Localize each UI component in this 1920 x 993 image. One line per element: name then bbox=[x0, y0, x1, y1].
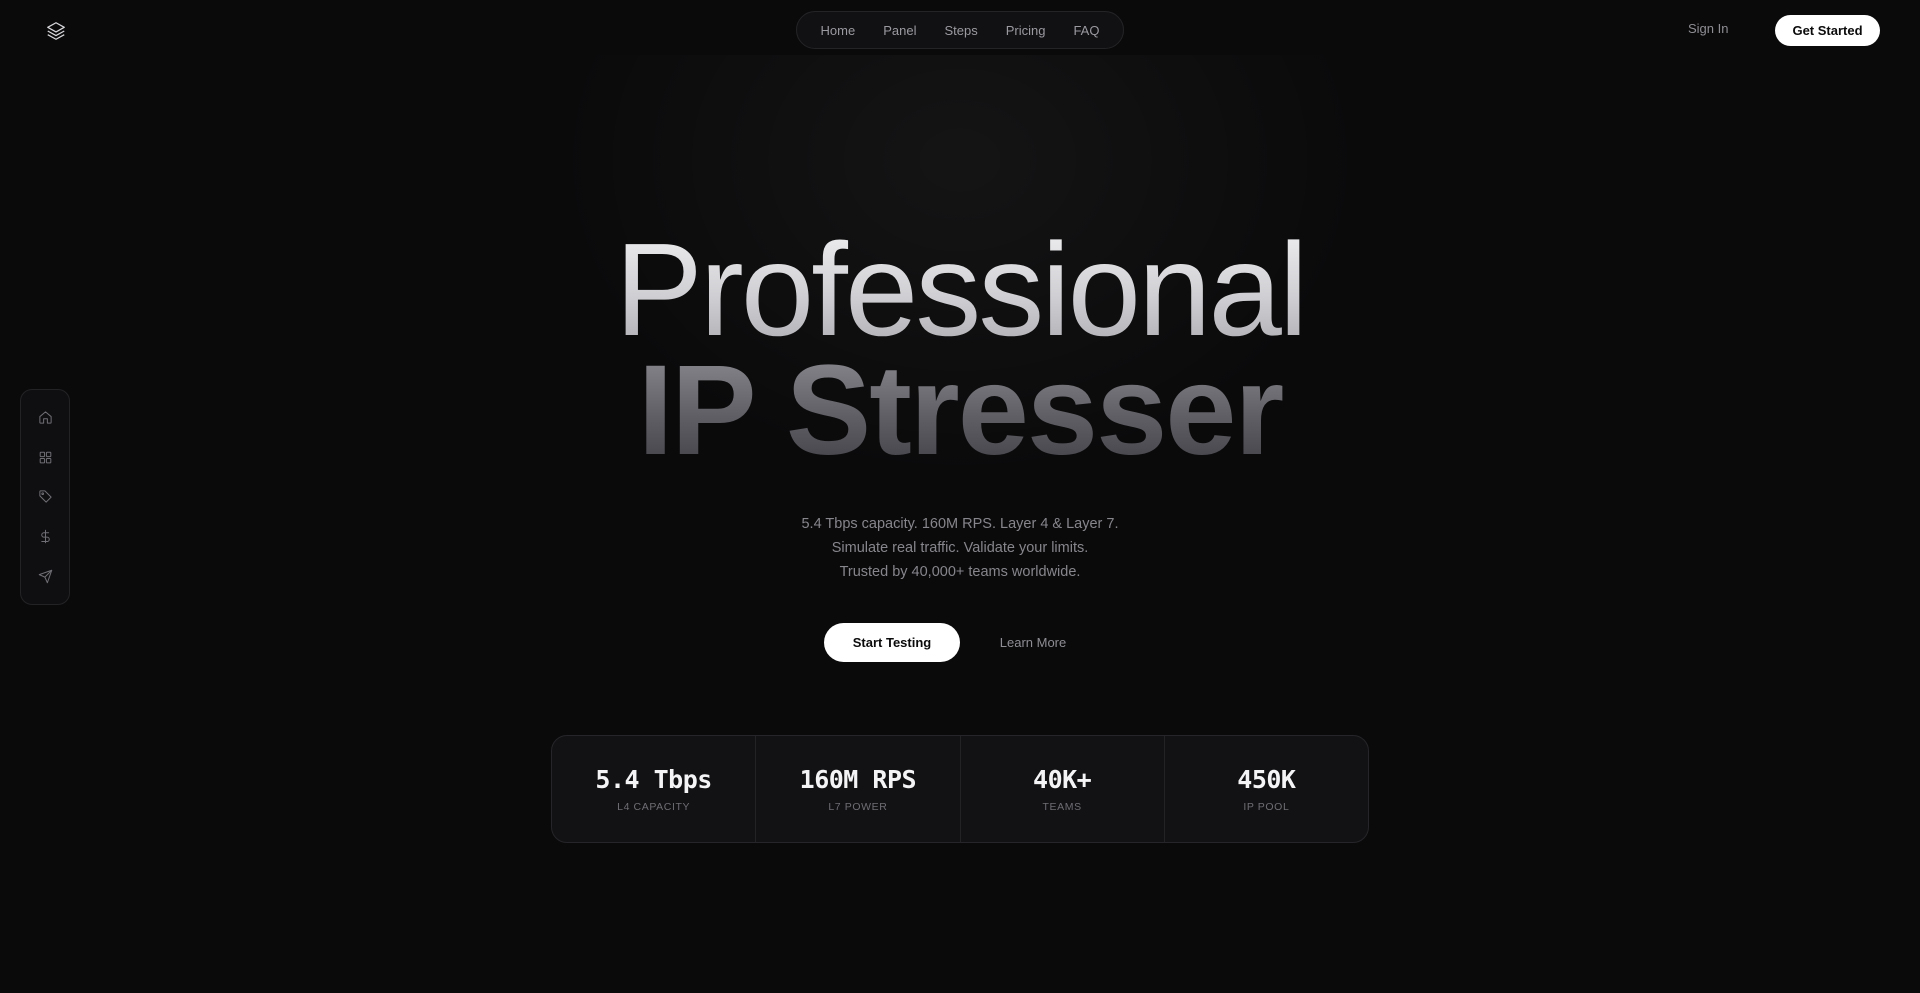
get-started-button[interactable]: Get Started bbox=[1775, 15, 1880, 46]
hero-title-line2: IP Stresser bbox=[0, 346, 1920, 476]
hero-subtitle-line: 5.4 Tbps capacity. 160M RPS. Layer 4 & L… bbox=[801, 516, 1119, 532]
hero-subtitle-line: Trusted by 40,000+ teams worldwide. bbox=[839, 564, 1081, 580]
hero-subtitle: 5.4 Tbps capacity. 160M RPS. Layer 4 & L… bbox=[0, 512, 1920, 584]
landing-page: Home Panel Steps Pricing FAQ Sign In Get… bbox=[0, 0, 1920, 993]
stat-card: 160M RPS L7 POWER bbox=[756, 736, 961, 842]
hero-subtitle-line: Simulate real traffic. Validate your lim… bbox=[831, 540, 1089, 556]
stats-bar: 5.4 Tbps L4 CAPACITY 160M RPS L7 POWER 4… bbox=[551, 735, 1369, 843]
learn-more-link[interactable]: Learn More bbox=[990, 623, 1076, 662]
nav-item-panel[interactable]: Panel bbox=[869, 23, 930, 38]
stat-value: 160M RPS bbox=[799, 765, 917, 794]
stat-label: IP POOL bbox=[1243, 801, 1290, 813]
nav-item-faq[interactable]: FAQ bbox=[1059, 23, 1113, 38]
stat-value: 40K+ bbox=[1033, 765, 1092, 794]
tag-icon[interactable] bbox=[32, 484, 58, 510]
stat-card: 5.4 Tbps L4 CAPACITY bbox=[552, 736, 757, 842]
stat-label: L7 POWER bbox=[828, 801, 888, 813]
nav-item-home[interactable]: Home bbox=[807, 23, 870, 38]
stat-label: L4 CAPACITY bbox=[617, 801, 691, 813]
main-nav: Home Panel Steps Pricing FAQ bbox=[796, 11, 1124, 49]
stat-label: TEAMS bbox=[1042, 801, 1082, 813]
stat-value: 450K bbox=[1237, 765, 1296, 794]
stat-card: 40K+ TEAMS bbox=[961, 736, 1165, 842]
stat-value: 5.4 Tbps bbox=[595, 765, 712, 794]
nav-item-pricing[interactable]: Pricing bbox=[992, 23, 1060, 38]
sign-in-link[interactable]: Sign In bbox=[1688, 21, 1728, 36]
nav-item-steps[interactable]: Steps bbox=[930, 23, 991, 38]
stat-card: 450K IP POOL bbox=[1165, 736, 1368, 842]
layers-icon[interactable] bbox=[42, 17, 70, 45]
start-testing-button[interactable]: Start Testing bbox=[824, 623, 960, 662]
